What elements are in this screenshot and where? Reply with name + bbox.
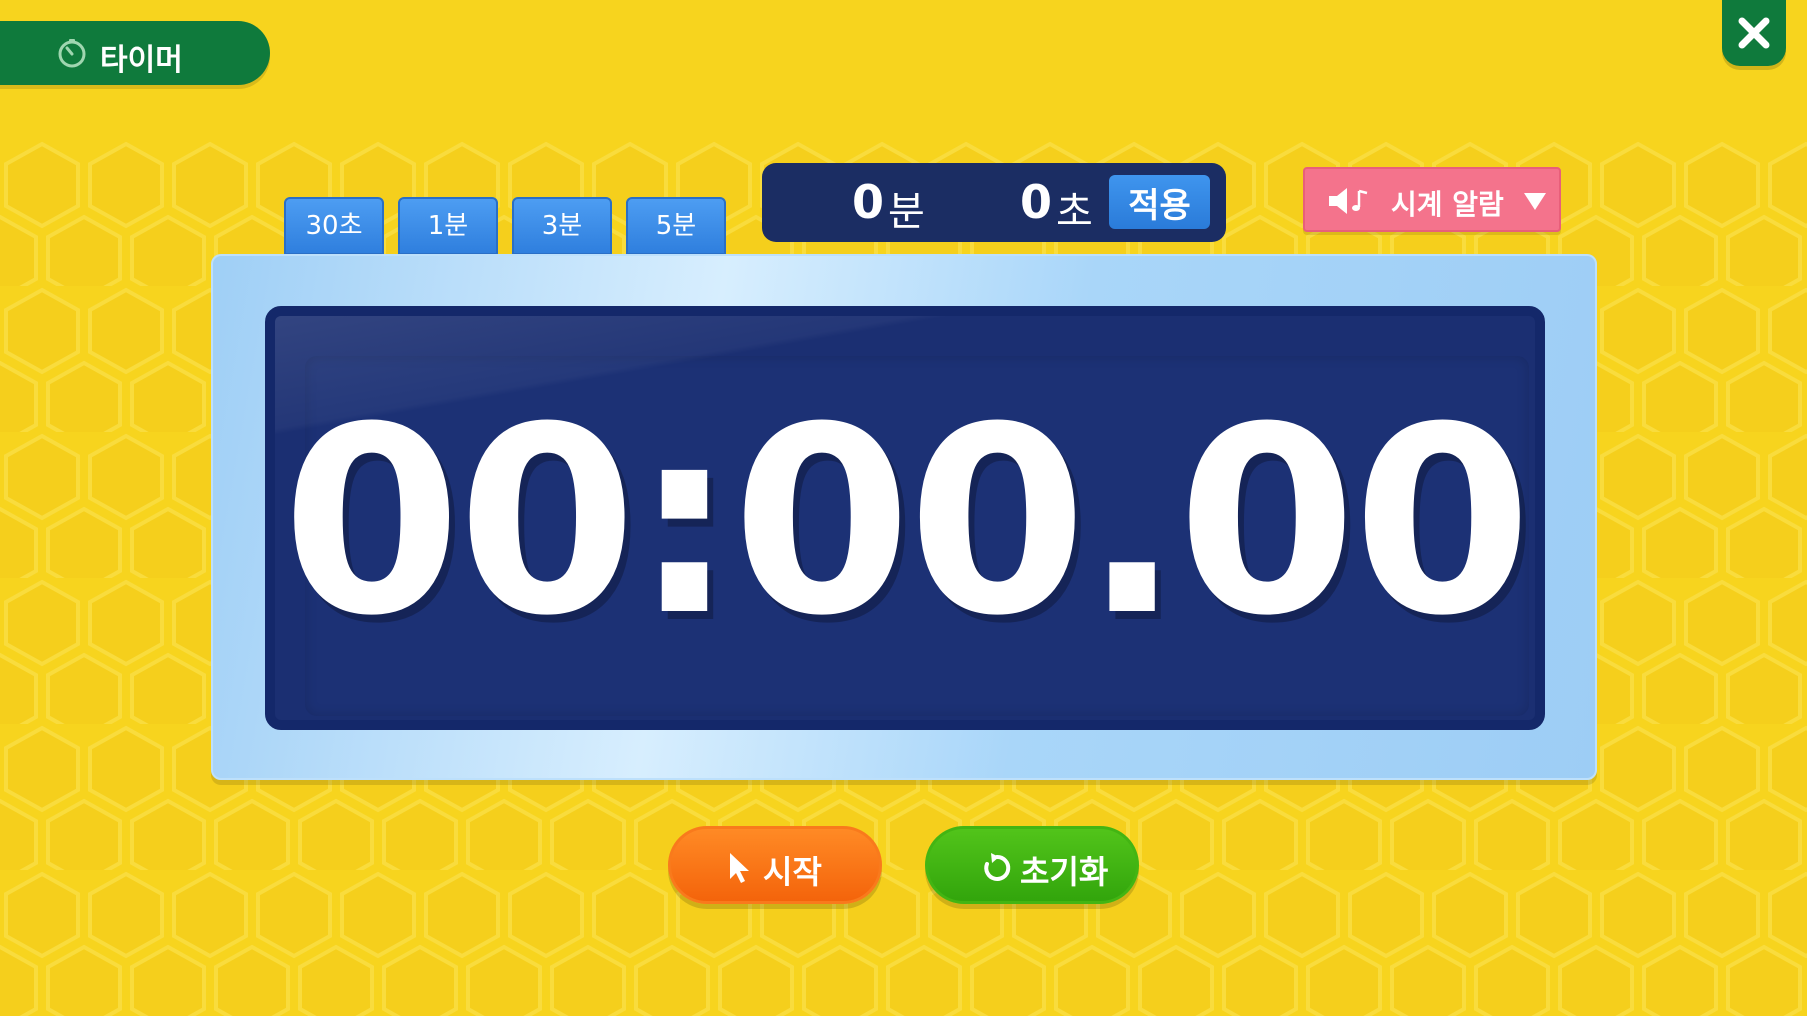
alarm-sound-select[interactable]: 시계 알람 <box>1303 167 1561 232</box>
close-icon <box>1738 17 1770 49</box>
preset-3m-button[interactable]: 3분 <box>512 197 612 255</box>
app-title: 타이머 <box>100 43 183 78</box>
alarm-sound-value: 시계 알람 <box>1391 188 1504 221</box>
minutes-unit-label: 분 <box>888 189 925 235</box>
reset-button[interactable]: 초기화 <box>925 826 1139 904</box>
minutes-input[interactable]: 0 <box>852 175 884 229</box>
stopwatch-icon <box>58 39 86 68</box>
preset-5m-button[interactable]: 5분 <box>626 197 726 255</box>
time-input-panel: 0 분 0 초 적용 <box>762 163 1226 242</box>
close-button[interactable] <box>1722 0 1786 66</box>
seconds-input[interactable]: 0 <box>1020 175 1052 229</box>
caret-down-icon <box>1524 193 1546 210</box>
timer-readout: 00:00.00 <box>281 372 1532 672</box>
timer-display-frame: 00:00.00 <box>211 254 1597 780</box>
preset-30s-button[interactable]: 30초 <box>284 197 384 255</box>
reset-button-label: 초기화 <box>1020 853 1109 891</box>
start-button[interactable]: 시작 <box>668 826 882 904</box>
timer-display-screen: 00:00.00 <box>265 306 1545 730</box>
cursor-icon <box>730 853 749 883</box>
app-title-bar: 타이머 <box>0 21 270 85</box>
preset-1m-button[interactable]: 1분 <box>398 197 498 255</box>
apply-button[interactable]: 적용 <box>1109 175 1210 229</box>
refresh-icon <box>984 853 1011 881</box>
speaker-music-icon <box>1329 188 1368 214</box>
start-button-label: 시작 <box>763 853 822 891</box>
seconds-unit-label: 초 <box>1056 189 1093 235</box>
